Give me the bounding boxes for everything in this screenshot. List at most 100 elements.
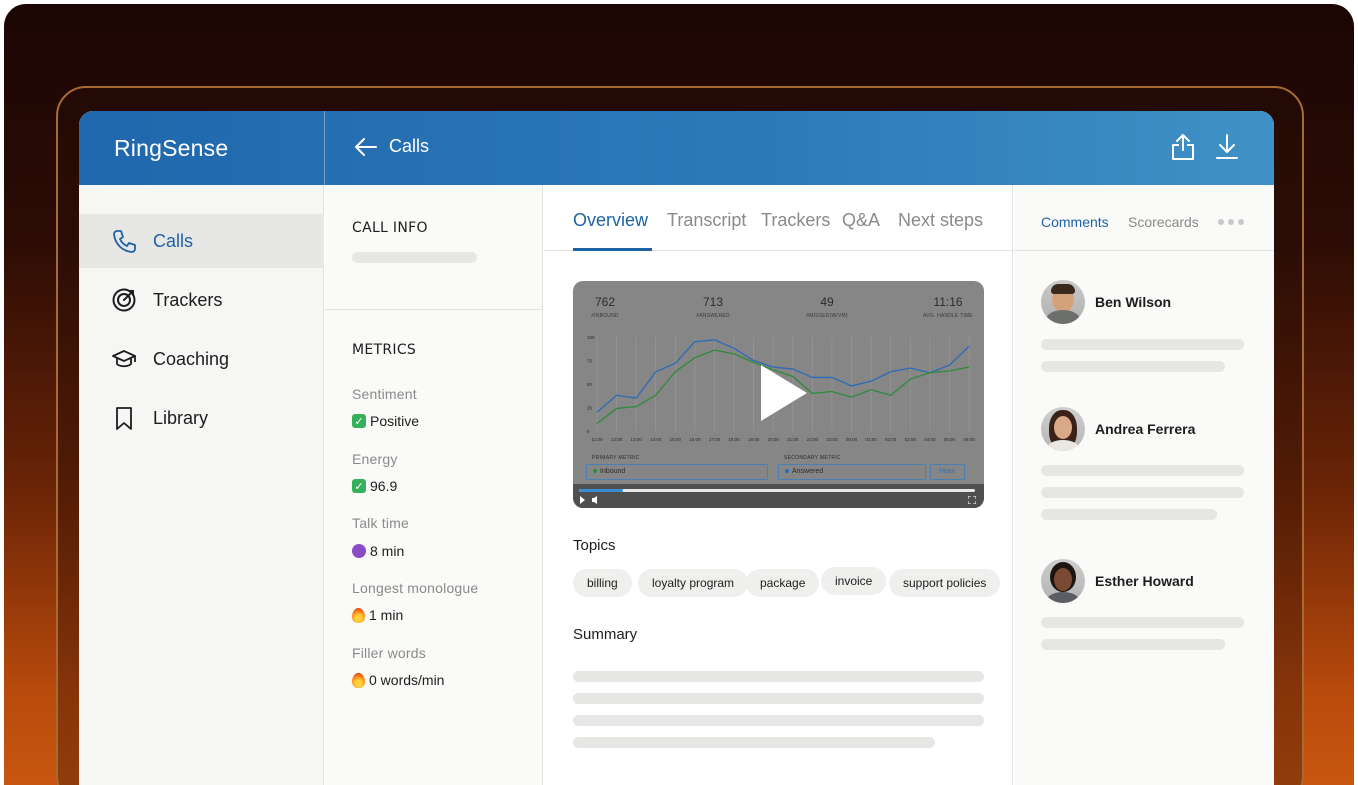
divider <box>325 309 543 310</box>
brand-logo: RingSense <box>114 135 229 161</box>
target-icon <box>112 288 136 312</box>
stat-value: 11:16 <box>933 295 963 309</box>
metric-value-text: Positive <box>370 413 420 429</box>
metric-value: 1 min <box>352 607 403 623</box>
comment-author: Esther Howard <box>1041 559 1194 603</box>
stat-value: 49 <box>820 295 834 309</box>
metric-label: Filler words <box>352 645 426 661</box>
placeholder-bar <box>1041 617 1244 628</box>
arrow-left-icon <box>355 137 377 156</box>
metric-value-text: 96.9 <box>370 478 398 494</box>
tab-comments[interactable]: Comments <box>1041 214 1109 230</box>
right-tab-bar: Comments Scorecards <box>1014 185 1274 251</box>
placeholder-bar <box>1041 639 1225 650</box>
tab-scorecards[interactable]: Scorecards <box>1128 214 1199 230</box>
x-tick-label: 04:00 <box>924 437 936 442</box>
top-actions <box>1170 133 1240 161</box>
stat-label: #INBOUND <box>591 313 619 319</box>
devil-emoji-icon <box>352 544 366 558</box>
sidebar-item-coaching[interactable]: Coaching <box>79 332 324 386</box>
y-tick-label: 75 <box>587 359 593 364</box>
x-tick-label: 15:00 <box>670 437 682 442</box>
x-tick-label: 22:00 <box>807 437 819 442</box>
interval-button[interactable]: Hour <box>930 464 965 480</box>
play-icon[interactable] <box>761 365 807 421</box>
stat-inbound: 762 #INBOUND <box>583 295 627 319</box>
download-icon[interactable] <box>1214 133 1240 161</box>
tab-trackers[interactable]: Trackers <box>761 210 830 231</box>
x-tick-label: 17:00 <box>709 437 721 442</box>
back-button[interactable]: Calls <box>355 136 429 157</box>
more-icon[interactable] <box>1218 219 1244 225</box>
metric-label: Longest monologue <box>352 580 479 596</box>
avatar <box>1041 407 1085 451</box>
y-tick-label: 25 <box>587 406 593 411</box>
placeholder-bar <box>573 715 984 726</box>
select-value: Inbound <box>600 468 626 475</box>
metric-label: Talk time <box>352 515 410 531</box>
series-dot <box>593 469 597 474</box>
x-tick-label: 12:00 <box>611 437 623 442</box>
x-tick-label: 02:00 <box>885 437 897 442</box>
select-value: Answered <box>792 468 824 475</box>
topics-title: Topics <box>573 537 616 554</box>
video-player[interactable]: 762 #INBOUND 713 #ANSWERED 49 #MISSED(W/… <box>573 281 984 508</box>
tab-bar: Overview Transcript Trackers Q&A Next st… <box>544 185 1013 251</box>
x-tick-label: 01:00 <box>865 437 877 442</box>
stat-missed: 49 #MISSED(W/VM) <box>799 295 855 319</box>
stat-value: 713 <box>702 295 724 309</box>
placeholder-bar <box>573 737 935 748</box>
x-tick-label: 14:00 <box>650 437 662 442</box>
topic-chip[interactable]: invoice <box>821 567 887 595</box>
call-info-title: CALL INFO <box>352 220 428 236</box>
summary-title: Summary <box>573 626 638 643</box>
topic-chip[interactable]: loyalty program <box>638 569 749 597</box>
y-tick-label: 0 <box>587 429 590 434</box>
metric-value: ✓ Positive <box>352 413 419 429</box>
fire-emoji-icon <box>352 672 365 688</box>
topic-chip[interactable]: billing <box>573 569 632 597</box>
share-icon[interactable] <box>1170 133 1196 161</box>
secondary-metric-label: SECONDARY METRIC <box>784 455 841 461</box>
metrics-title: METRICS <box>352 342 417 358</box>
call-info-panel: CALL INFO METRICS Sentiment ✓ Positive E… <box>325 185 543 785</box>
y-tick-label: 50 <box>587 382 593 387</box>
x-tick-label: 03:00 <box>905 437 917 442</box>
fullscreen-icon[interactable] <box>968 496 976 504</box>
x-tick-label: 00:00 <box>846 437 858 442</box>
tab-transcript[interactable]: Transcript <box>667 210 746 231</box>
avatar <box>1041 280 1085 324</box>
tab-next-steps[interactable]: Next steps <box>898 210 983 231</box>
tab-qa[interactable]: Q&A <box>842 210 880 231</box>
metric-value-text: 1 min <box>369 607 404 623</box>
sidebar-item-library[interactable]: Library <box>79 391 324 445</box>
sidebar-item-trackers[interactable]: Trackers <box>79 273 324 327</box>
play-small-icon[interactable] <box>580 496 602 504</box>
topic-chip[interactable]: support policies <box>889 569 1001 597</box>
stat-answered: 713 #ANSWERED <box>688 295 738 319</box>
x-tick-label: 13:00 <box>631 437 643 442</box>
app-window: RingSense Calls Calls Trackers Coaching … <box>79 111 1274 785</box>
main-panel: Overview Transcript Trackers Q&A Next st… <box>544 185 1013 785</box>
primary-metric-select[interactable]: Inbound <box>586 464 768 480</box>
sidebar: Calls Trackers Coaching Library <box>79 185 324 785</box>
metric-value-text: 8 min <box>370 543 405 559</box>
metric-value: ✓ 96.9 <box>352 478 397 494</box>
sidebar-item-label: Trackers <box>153 289 223 310</box>
sidebar-item-calls[interactable]: Calls <box>79 214 324 268</box>
topic-chip[interactable]: package <box>746 569 820 597</box>
sidebar-item-label: Library <box>153 407 209 428</box>
sidebar-item-label: Coaching <box>153 348 230 369</box>
comment-author: Andrea Ferrera <box>1041 407 1195 451</box>
comment-author: Ben Wilson <box>1041 280 1171 324</box>
tab-overview[interactable]: Overview <box>573 210 648 231</box>
video-stats: 762 #INBOUND 713 #ANSWERED 49 #MISSED(W/… <box>573 295 984 325</box>
stat-handle-time: 11:16 AVG. HANDLE TIME <box>920 295 976 319</box>
metric-label: Sentiment <box>352 386 417 402</box>
author-name: Esther Howard <box>1095 573 1194 589</box>
metric-value: 0 words/min <box>352 672 444 688</box>
secondary-metric-select[interactable]: Answered <box>778 464 926 480</box>
placeholder-bar <box>573 671 984 682</box>
placeholder-bar <box>1041 487 1244 498</box>
video-progress-bar[interactable] <box>579 489 975 492</box>
